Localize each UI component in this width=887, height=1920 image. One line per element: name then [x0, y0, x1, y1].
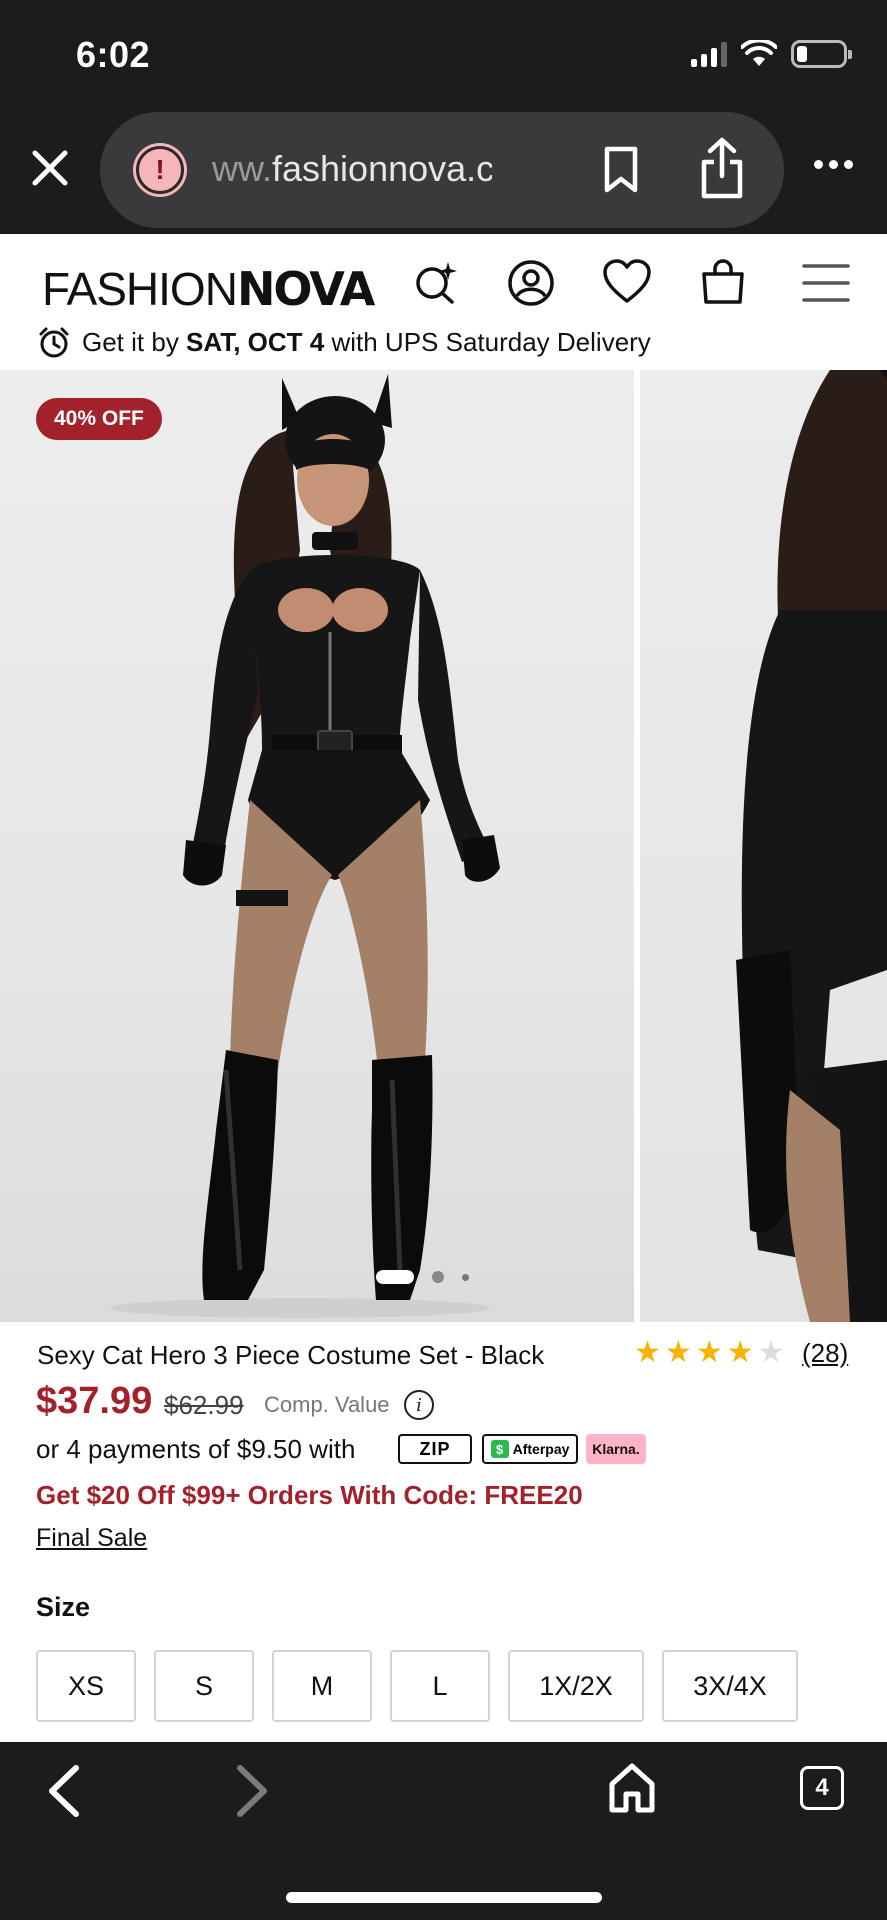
rating-stars[interactable]: ★ ★ ★ ★ ★	[634, 1338, 785, 1368]
more-dot	[844, 160, 853, 169]
carousel-dot-active[interactable]	[376, 1270, 414, 1284]
afterpay-label: Afterpay	[512, 1441, 570, 1457]
product-photo-main[interactable]: 40% OFF	[0, 370, 634, 1322]
delivery-banner: Get it by SAT, OCT 4 with UPS Saturday D…	[38, 326, 651, 358]
url-text[interactable]: ww.fashionnova.com	[212, 148, 492, 190]
star-empty-icon: ★	[757, 1336, 785, 1369]
dollar-icon: $	[490, 1440, 509, 1458]
close-icon	[32, 150, 68, 186]
browser-address-area: ! ww.fashionnova.com	[0, 110, 887, 234]
star-filled-icon: ★	[695, 1336, 723, 1369]
address-bar[interactable]: ! ww.fashionnova.com	[100, 112, 784, 228]
alarm-clock-icon	[39, 327, 69, 358]
home-indicator[interactable]	[286, 1892, 602, 1903]
product-photo-next[interactable]	[640, 370, 887, 1322]
back-button[interactable]	[44, 1764, 84, 1823]
share-icon	[701, 137, 743, 199]
carousel-indicators[interactable]	[376, 1270, 469, 1284]
carousel-dot[interactable]	[432, 1271, 444, 1283]
heart-icon	[603, 259, 651, 303]
size-option[interactable]: 3X/4X	[662, 1650, 798, 1722]
product-image-gallery[interactable]: 40% OFF	[0, 370, 887, 1322]
final-sale-link[interactable]: Final Sale	[36, 1524, 147, 1553]
more-dot	[814, 160, 823, 169]
comp-value-label: Comp. Value	[264, 1392, 390, 1417]
discount-badge: 40% OFF	[36, 398, 162, 440]
url-faded-part: ww.	[212, 148, 273, 189]
wishlist-button[interactable]	[602, 258, 652, 311]
more-options-button[interactable]	[814, 160, 853, 169]
product-info: Sexy Cat Hero 3 Piece Costume Set - Blac…	[0, 1322, 887, 1742]
more-dot	[829, 160, 838, 169]
security-warning-icon[interactable]: !	[136, 146, 184, 194]
shopping-bag-icon	[702, 259, 744, 304]
chevron-left-icon	[49, 1765, 79, 1817]
browser-toolbar: 4	[0, 1742, 887, 1920]
delivery-suffix: with UPS Saturday Delivery	[324, 326, 651, 357]
size-option[interactable]: S	[154, 1650, 254, 1722]
home-icon	[609, 1763, 655, 1813]
ai-search-button[interactable]	[412, 258, 460, 311]
cart-button[interactable]	[700, 258, 746, 311]
delivery-prefix: Get it by	[82, 326, 187, 357]
delivery-text: Get it by SAT, OCT 4 with UPS Saturday D…	[82, 327, 651, 358]
model-figure-illustration	[110, 374, 500, 1318]
status-icons	[691, 40, 852, 68]
battery-icon	[791, 40, 852, 68]
site-header: FASHIONNOVA Get it by SAT, OCT 4 with UP…	[0, 234, 887, 370]
chevron-right-icon	[237, 1765, 267, 1817]
wifi-icon	[741, 40, 777, 66]
bookmark-button[interactable]	[602, 146, 640, 199]
home-button[interactable]	[608, 1762, 656, 1819]
status-bar: 6:02	[0, 0, 887, 110]
logo-bold-text: NOVA	[236, 262, 375, 316]
account-button[interactable]	[506, 258, 556, 313]
model-closeup-illustration	[736, 370, 887, 1322]
zip-pay-logo[interactable]: ZIP	[398, 1434, 472, 1464]
url-domain: fashionnova.com	[272, 148, 492, 189]
product-title: Sexy Cat Hero 3 Piece Costume Set - Blac…	[37, 1340, 545, 1370]
bookmark-icon	[604, 146, 638, 193]
size-option[interactable]: XS	[36, 1650, 136, 1722]
star-filled-icon: ★	[634, 1336, 661, 1369]
fashionnova-logo[interactable]: FASHIONNOVA	[42, 262, 375, 316]
size-option[interactable]: 1X/2X	[508, 1650, 644, 1722]
tabs-button[interactable]: 4	[800, 1766, 844, 1810]
size-label: Size	[36, 1592, 91, 1622]
size-option[interactable]: M	[272, 1650, 372, 1722]
info-icon[interactable]: i	[404, 1390, 434, 1420]
forward-button[interactable]	[232, 1764, 272, 1823]
status-time: 6:02	[76, 34, 151, 75]
promo-code-text: Get $20 Off $99+ Orders With Code: FREE2…	[36, 1480, 583, 1510]
review-count-link[interactable]: (28)	[802, 1338, 848, 1369]
logo-thin-text: FASHION	[42, 263, 238, 315]
close-button[interactable]	[24, 142, 76, 194]
sale-price: $37.99	[36, 1380, 153, 1422]
installments-text: or 4 payments of $9.50 with	[36, 1434, 356, 1464]
afterpay-logo[interactable]: $ Afterpay	[482, 1434, 578, 1464]
star-filled-icon: ★	[726, 1336, 754, 1369]
account-icon	[508, 260, 554, 306]
search-sparkle-icon	[416, 262, 457, 304]
delivery-date: SAT, OCT 4	[186, 326, 325, 357]
original-price: $62.99	[164, 1390, 244, 1420]
size-option[interactable]: L	[390, 1650, 490, 1722]
size-selector: XS S M L 1X/2X 3X/4X	[36, 1650, 798, 1722]
hamburger-menu-icon	[802, 264, 850, 302]
menu-button[interactable]	[802, 262, 850, 309]
klarna-logo[interactable]: Klarna.	[586, 1434, 646, 1464]
star-filled-icon: ★	[664, 1336, 692, 1369]
share-button[interactable]	[698, 136, 746, 205]
carousel-dot[interactable]	[462, 1273, 469, 1281]
cellular-signal-icon	[691, 41, 727, 67]
